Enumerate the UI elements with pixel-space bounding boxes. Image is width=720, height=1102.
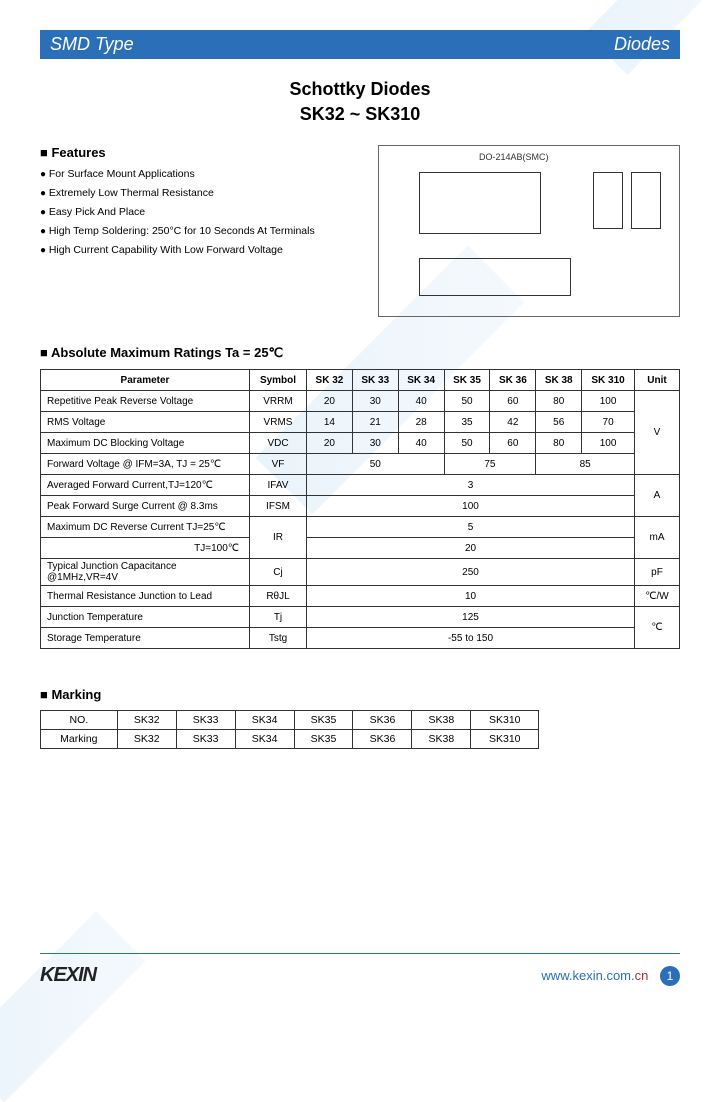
package-outline-side (419, 258, 571, 296)
title-line1: Schottky Diodes (40, 79, 680, 100)
feature-item: Extremely Low Thermal Resistance (40, 187, 364, 199)
table-row: Forward Voltage @ IFM=3A, TJ = 25℃ VF 50… (41, 454, 680, 475)
table-row: Maximum DC Blocking Voltage VDC 20304050… (41, 433, 680, 454)
table-row: TJ=100℃ 20 (41, 538, 680, 559)
table-row: Repetitive Peak Reverse Voltage VRRM 203… (41, 391, 680, 412)
features-list: For Surface Mount Applications Extremely… (40, 168, 364, 256)
package-pad-right (631, 172, 661, 229)
header-left: SMD Type (50, 34, 134, 55)
website-url: www.kexin.com.cn (541, 968, 652, 983)
footer-right: www.kexin.com.cn 1 (541, 966, 680, 986)
package-drawing: DO-214AB(SMC) (378, 145, 680, 317)
table-row: Peak Forward Surge Current @ 8.3ms IFSM … (41, 496, 680, 517)
col-sk33: SK 33 (352, 370, 398, 391)
feature-item: High Current Capability With Low Forward… (40, 244, 364, 256)
package-type-label: DO-214AB(SMC) (479, 152, 549, 162)
datasheet-page: SMD Type Diodes Schottky Diodes SK32 ~ S… (0, 0, 720, 1012)
feature-item: Easy Pick And Place (40, 206, 364, 218)
feature-item: High Temp Soldering: 250°C for 10 Second… (40, 225, 364, 237)
header-bar: SMD Type Diodes (40, 30, 680, 59)
col-unit: Unit (635, 370, 680, 391)
features-section: Features For Surface Mount Applications … (40, 145, 364, 317)
header-right: Diodes (614, 34, 670, 55)
features-heading: Features (40, 145, 364, 160)
table-row: RMS Voltage VRMS 14212835425670 (41, 412, 680, 433)
col-sk35: SK 35 (444, 370, 490, 391)
col-sk36: SK 36 (490, 370, 536, 391)
table-row: Averaged Forward Current,TJ=120℃ IFAV 3 … (41, 475, 680, 496)
package-outline-top (419, 172, 541, 234)
col-symbol: Symbol (250, 370, 307, 391)
marking-table: NO. SK32 SK33 SK34 SK35 SK36 SK38 SK310 … (40, 710, 539, 749)
table-row: Storage Temperature Tstg -55 to 150 (41, 628, 680, 649)
table-header-row: Parameter Symbol SK 32 SK 33 SK 34 SK 35… (41, 370, 680, 391)
col-parameter: Parameter (41, 370, 250, 391)
feature-item: For Surface Mount Applications (40, 168, 364, 180)
footer: KEXIN www.kexin.com.cn 1 (40, 953, 680, 987)
page-number: 1 (660, 966, 680, 986)
col-sk38: SK 38 (536, 370, 582, 391)
title-line2: SK32 ~ SK310 (40, 104, 680, 125)
table-row: Marking SK32 SK33 SK34 SK35 SK36 SK38 SK… (41, 730, 539, 749)
col-sk34: SK 34 (398, 370, 444, 391)
table-row: Maximum DC Reverse Current TJ=25℃ IR 5 m… (41, 517, 680, 538)
table-row: Typical Junction Capacitance @1MHz,VR=4V… (41, 559, 680, 586)
package-pad-left (593, 172, 623, 229)
abs-max-table: Parameter Symbol SK 32 SK 33 SK 34 SK 35… (40, 369, 680, 649)
title-block: Schottky Diodes SK32 ~ SK310 (40, 79, 680, 125)
table-row: NO. SK32 SK33 SK34 SK35 SK36 SK38 SK310 (41, 711, 539, 730)
marking-heading: Marking (40, 687, 680, 702)
brand-logo: KEXIN (40, 964, 96, 987)
table-row: Junction Temperature Tj 125 ℃ (41, 607, 680, 628)
col-sk310: SK 310 (582, 370, 635, 391)
table-row: Thermal Resistance Junction to Lead RθJL… (41, 586, 680, 607)
abs-max-heading: Absolute Maximum Ratings Ta = 25℃ (40, 345, 680, 361)
col-sk32: SK 32 (307, 370, 353, 391)
